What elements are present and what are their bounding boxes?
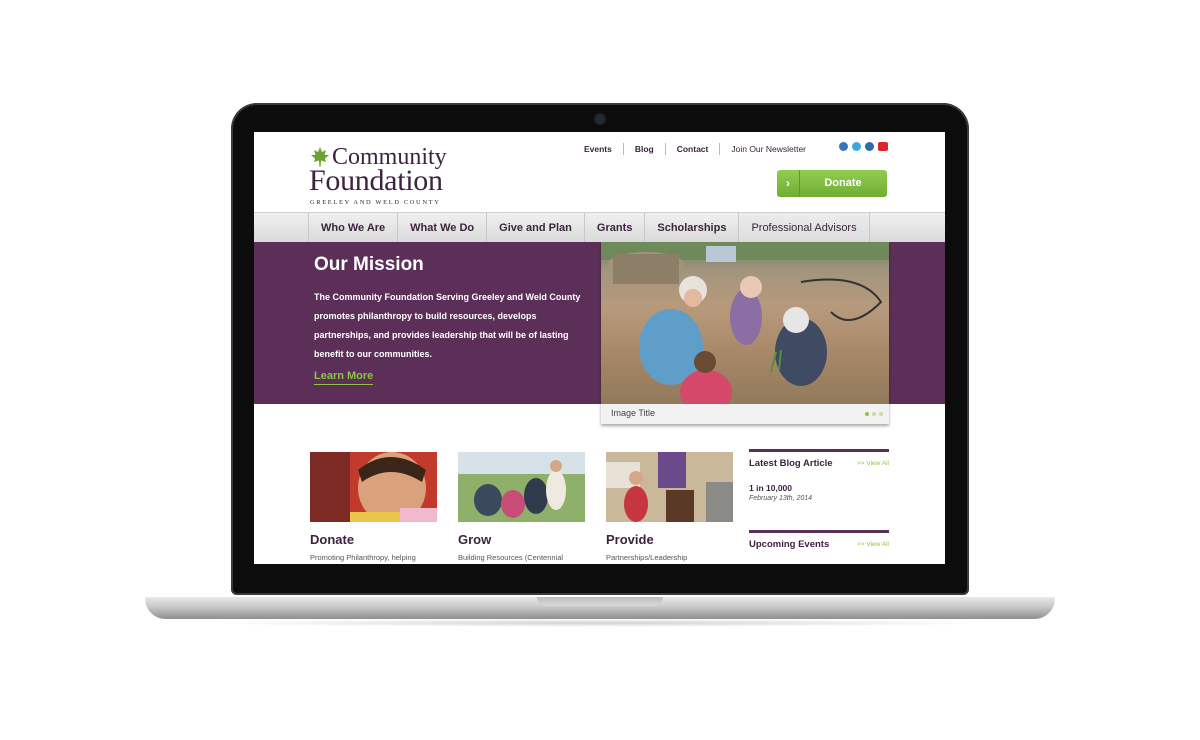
card-provide-text: Partnerships/Leadership [606, 553, 688, 562]
linkedin-icon[interactable] [865, 142, 874, 151]
top-link-contact[interactable]: Contact [664, 143, 720, 155]
nav-what-we-do[interactable]: What We Do [397, 213, 486, 243]
main-nav: Who We Are What We Do Give and Plan Gran… [254, 212, 945, 243]
card-provide[interactable]: Provide Partnerships/Leadership [606, 452, 733, 562]
webcam-icon [596, 115, 604, 123]
gardening-photo [601, 242, 889, 404]
nav-scholarships[interactable]: Scholarships [644, 213, 738, 243]
nav-who-we-are[interactable]: Who We Are [308, 213, 397, 243]
website-screen: Community Foundation GREELEY AND WELD CO… [254, 132, 945, 564]
slide-dot-3[interactable] [879, 412, 883, 416]
top-link-newsletter[interactable]: Join Our Newsletter [719, 143, 817, 155]
card-grow-text: Building Resources (Centennial [458, 553, 564, 562]
blog-article-title[interactable]: 1 in 10,000 [749, 483, 889, 493]
slideshow-dots[interactable] [865, 412, 883, 416]
blog-article-date: February 13th, 2014 [749, 495, 813, 502]
card-donate-image [310, 452, 437, 522]
card-grow[interactable]: Grow Building Resources (Centennial [458, 452, 585, 562]
donate-button-label: Donate [824, 177, 862, 189]
upcoming-events-heading: Upcoming Events [749, 539, 830, 550]
laptop-base [145, 597, 1055, 619]
youtube-icon[interactable] [878, 142, 888, 151]
blog-view-all-link[interactable]: >> View All [857, 460, 889, 467]
learn-more-link[interactable]: Learn More [314, 370, 374, 385]
top-link-events[interactable]: Events [573, 143, 623, 155]
chevron-right-icon: › [777, 170, 800, 197]
hero-title: Our Mission [314, 254, 424, 275]
donate-button[interactable]: › Donate [777, 170, 887, 197]
card-donate[interactable]: Donate Promoting Philanthropy, helping [310, 452, 437, 562]
twitter-icon[interactable] [852, 142, 861, 151]
laptop-shadow [200, 619, 1000, 627]
events-view-all-link[interactable]: >> View All [857, 541, 889, 548]
slide-dot-1[interactable] [865, 412, 869, 416]
site-logo[interactable]: Community Foundation GREELEY AND WELD CO… [309, 144, 469, 206]
hero-text: The Community Foundation Serving Greeley… [314, 292, 581, 359]
latest-blog-section: Latest Blog Article >> View All 1 in 10,… [749, 449, 889, 502]
card-donate-title: Donate [310, 532, 355, 547]
logo-text-county: GREELEY AND WELD COUNTY [310, 199, 441, 206]
laptop-base-notch [537, 597, 663, 606]
image-caption: Image Title [611, 408, 656, 418]
card-donate-text: Promoting Philanthropy, helping [310, 553, 416, 562]
upcoming-events-section: Upcoming Events >> View All [749, 530, 889, 550]
nav-professional-advisors[interactable]: Professional Advisors [738, 213, 870, 243]
card-grow-title: Grow [458, 532, 492, 547]
card-provide-image [606, 452, 733, 522]
slide-dot-2[interactable] [872, 412, 876, 416]
latest-blog-heading: Latest Blog Article [749, 458, 833, 469]
card-provide-title: Provide [606, 532, 654, 547]
card-grow-image [458, 452, 585, 522]
hero-slideshow[interactable]: Image Title [601, 242, 889, 424]
nav-grants[interactable]: Grants [583, 213, 644, 243]
top-link-blog[interactable]: Blog [622, 143, 665, 155]
nav-give-and-plan[interactable]: Give and Plan [486, 213, 584, 243]
social-links [839, 142, 888, 151]
logo-text-foundation: Foundation [309, 164, 443, 197]
top-links: Events Blog Contact Join Our Newsletter [573, 143, 817, 155]
facebook-icon[interactable] [839, 142, 848, 151]
